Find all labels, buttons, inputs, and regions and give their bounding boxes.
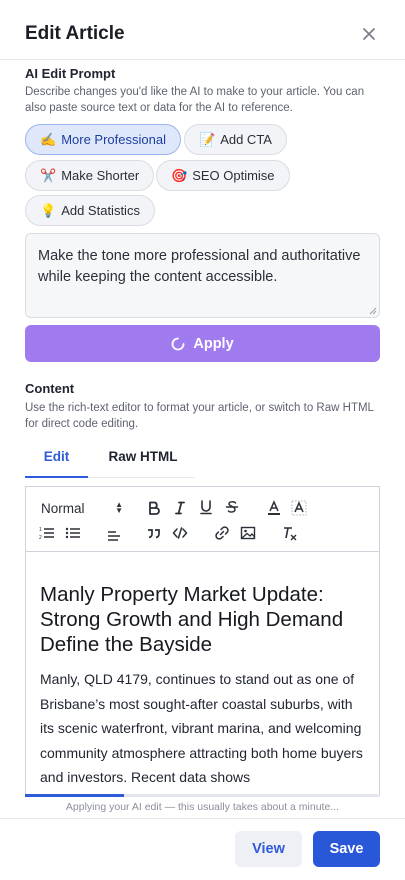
target-icon: 🎯 <box>171 167 188 183</box>
highlight-color-icon[interactable] <box>291 500 307 516</box>
svg-text:1: 1 <box>39 527 42 533</box>
close-icon[interactable] <box>360 25 378 43</box>
light-bulb-icon: 💡 <box>40 202 57 218</box>
chip-seo-optimise[interactable]: 🎯 SEO Optimise <box>156 160 290 191</box>
chip-add-statistics[interactable]: 💡 Add Statistics <box>25 195 155 226</box>
text-color-icon[interactable] <box>266 500 282 516</box>
italic-icon[interactable] <box>172 500 188 516</box>
editor-tabs: Edit Raw HTML <box>25 446 195 478</box>
editor-toolbar: Normal ▲ ▼ 12 <box>26 487 379 552</box>
prompt-section-description: Describe changes you'd like the AI to ma… <box>25 86 365 114</box>
resize-handle-icon[interactable] <box>369 307 377 315</box>
chip-label: Add Statistics <box>61 203 140 218</box>
prompt-textarea[interactable]: Make the tone more professional and auth… <box>25 233 380 318</box>
chip-make-shorter[interactable]: ✂️ Make Shorter <box>25 160 155 191</box>
format-select[interactable]: Normal ▲ ▼ <box>41 499 123 517</box>
select-arrows-icon: ▲ ▼ <box>115 500 123 515</box>
dialog-title: Edit Article <box>25 23 125 44</box>
status-message: Applying your AI edit — this usually tak… <box>65 801 340 813</box>
article-paragraph: Manly, QLD 4179, continues to stand out … <box>40 671 363 785</box>
chip-add-cta[interactable]: 📝 Add CTA <box>184 124 287 155</box>
progress-bar-fill <box>25 794 125 797</box>
article-heading: Manly Property Market Update: Strong Gro… <box>40 583 344 656</box>
scissors-icon: ✂️ <box>40 167 57 183</box>
dialog-header: Edit Article <box>0 0 405 60</box>
chip-label: SEO Optimise <box>192 168 275 183</box>
tab-raw-html[interactable]: Raw HTML <box>93 446 193 478</box>
dialog-body[interactable]: AI Edit Prompt Describe changes you'd li… <box>0 61 405 796</box>
apply-button[interactable]: Apply <box>25 325 380 362</box>
prompt-section-title: AI Edit Prompt <box>25 66 116 81</box>
view-button[interactable]: View <box>235 831 302 867</box>
rich-text-editor[interactable]: Normal ▲ ▼ 12 Manly Property Market Upda… <box>25 486 380 796</box>
content-section-description: Use the rich-text editor to format your … <box>25 402 374 430</box>
memo-icon: 📝 <box>199 131 216 147</box>
apply-label: Apply <box>193 335 234 352</box>
underline-icon[interactable] <box>198 499 214 515</box>
prompt-text: Make the tone more professional and auth… <box>38 248 361 285</box>
link-icon[interactable] <box>214 525 230 541</box>
code-block-icon[interactable] <box>172 525 188 541</box>
ordered-list-icon[interactable]: 12 <box>39 525 55 541</box>
bullet-list-icon[interactable] <box>65 525 81 541</box>
align-left-icon[interactable] <box>106 527 122 543</box>
tab-edit[interactable]: Edit <box>25 446 88 478</box>
writing-hand-icon: ✍️ <box>40 131 57 147</box>
strikethrough-icon[interactable] <box>224 499 240 515</box>
chip-more-professional[interactable]: ✍️ More Professional <box>25 124 181 155</box>
content-section-title: Content <box>25 381 75 396</box>
chip-label: Make Shorter <box>61 168 140 183</box>
save-button[interactable]: Save <box>313 831 380 867</box>
chip-label: Add CTA <box>220 132 272 147</box>
editor-content[interactable]: Manly Property Market Update: Strong Gro… <box>40 582 365 790</box>
chip-label: More Professional <box>61 132 166 147</box>
clear-formatting-icon[interactable] <box>282 525 298 541</box>
loading-spinner-icon <box>171 337 185 350</box>
image-icon[interactable] <box>240 525 256 541</box>
svg-text:2: 2 <box>39 535 42 541</box>
format-select-value: Normal <box>41 500 85 516</box>
dialog-footer: View Save <box>0 818 405 880</box>
bold-icon[interactable] <box>146 500 162 516</box>
blockquote-icon[interactable] <box>146 525 162 541</box>
progress-bar <box>25 794 380 797</box>
